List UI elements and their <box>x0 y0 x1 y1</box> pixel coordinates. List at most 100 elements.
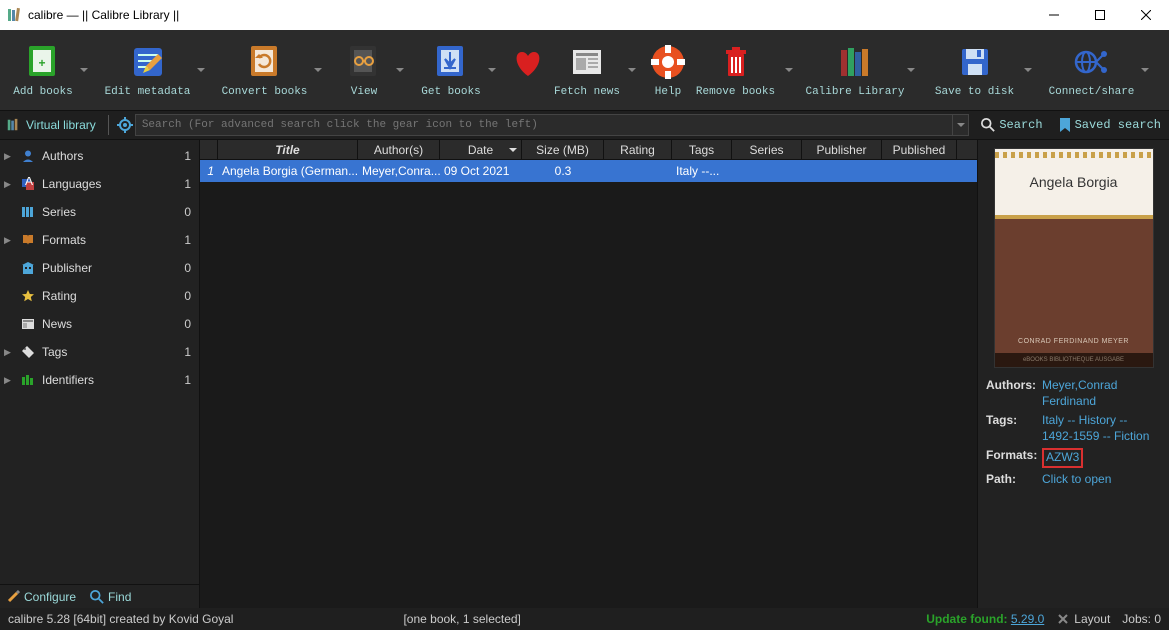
column-published[interactable]: Published <box>882 140 957 159</box>
status-selection: [one book, 1 selected] <box>403 612 520 626</box>
save-to-disk-button[interactable]: Save to disk <box>927 42 1022 98</box>
titlebar: calibre — || Calibre Library || <box>0 0 1169 30</box>
cell-author: Meyer,Conra... <box>358 164 440 178</box>
donate-button[interactable] <box>508 42 548 98</box>
sidebar-item-rating[interactable]: Rating 0 <box>0 282 199 310</box>
find-button[interactable]: Find <box>90 590 131 604</box>
fetch-news-button[interactable]: Fetch news <box>548 42 626 98</box>
saved-search-button[interactable]: Saved search <box>1051 111 1169 139</box>
meta-authors-value[interactable]: Meyer,Conrad Ferdinand <box>1042 378 1161 409</box>
virtual-library-label: Virtual library <box>26 118 96 132</box>
main-toolbar: + Add books Edit metadata Convert books … <box>0 30 1169 110</box>
sidebar-count: 1 <box>184 149 191 163</box>
configure-label: Configure <box>24 590 76 604</box>
saved-search-label: Saved search <box>1075 118 1161 132</box>
sidebar-item-series[interactable]: Series 0 <box>0 198 199 226</box>
get-books-dropdown[interactable] <box>486 50 498 90</box>
column-authors[interactable]: Author(s) <box>358 140 440 159</box>
jobs-indicator[interactable]: Jobs: 0 <box>1122 612 1161 626</box>
expand-icon[interactable]: ▶ <box>4 347 14 358</box>
advanced-search-gear-icon[interactable] <box>115 115 135 135</box>
sidebar-item-news[interactable]: News 0 <box>0 310 199 338</box>
remove-books-button[interactable]: Remove books <box>688 42 783 98</box>
layout-label: Layout <box>1074 612 1110 626</box>
expand-icon[interactable]: ▶ <box>4 179 14 190</box>
convert-books-button[interactable]: Convert books <box>217 42 312 98</box>
search-history-dropdown[interactable] <box>952 115 968 135</box>
meta-tags-value[interactable]: Italy -- History -- 1492-1559 -- Fiction <box>1042 413 1161 444</box>
column-date[interactable]: Date <box>440 140 522 159</box>
sidebar-item-identifiers[interactable]: ▶ Identifiers 1 <box>0 366 199 394</box>
meta-label: Path: <box>986 472 1042 488</box>
toolbar-label <box>525 86 532 98</box>
update-notice[interactable]: Update found: 5.29.0 <box>926 612 1044 626</box>
toolbar-label: Remove books <box>696 86 775 98</box>
meta-tags: Tags: Italy -- History -- 1492-1559 -- F… <box>986 413 1161 444</box>
sidebar-item-languages[interactable]: ▶ A Languages 1 <box>0 170 199 198</box>
sidebar-item-publisher[interactable]: Publisher 0 <box>0 254 199 282</box>
add-books-dropdown[interactable] <box>78 50 90 90</box>
sidebar-count: 0 <box>184 289 191 303</box>
connect-share-button[interactable]: Connect/share <box>1044 42 1139 98</box>
column-title[interactable]: Title <box>218 140 358 159</box>
table-row[interactable]: 1 Angela Borgia (German... Meyer,Conra..… <box>200 160 977 182</box>
book-cover[interactable]: Angela Borgia CONRAD FERDINAND MEYER eBO… <box>994 148 1154 368</box>
view-button[interactable]: View <box>334 42 394 98</box>
meta-formats-value[interactable]: AZW3 <box>1042 448 1161 468</box>
edit-metadata-dropdown[interactable] <box>195 50 207 90</box>
expand-icon[interactable]: ▶ <box>4 375 14 386</box>
remove-books-dropdown[interactable] <box>783 50 795 90</box>
sidebar-count: 0 <box>184 261 191 275</box>
layout-button[interactable]: Layout <box>1056 612 1110 626</box>
cover-title: Angela Borgia <box>995 149 1153 219</box>
column-rating[interactable]: Rating <box>604 140 672 159</box>
help-button[interactable]: Help <box>648 42 688 98</box>
column-publisher[interactable]: Publisher <box>802 140 882 159</box>
sidebar-label: Formats <box>42 233 178 247</box>
get-books-button[interactable]: Get books <box>416 42 486 98</box>
calibre-library-button[interactable]: Calibre Library <box>805 42 905 98</box>
edit-metadata-button[interactable]: Edit metadata <box>100 42 195 98</box>
star-icon <box>20 288 36 304</box>
sort-desc-icon <box>509 146 517 154</box>
toolbar-label: Convert books <box>222 86 308 98</box>
save-to-disk-dropdown[interactable] <box>1022 50 1034 90</box>
column-tags[interactable]: Tags <box>672 140 732 159</box>
close-button[interactable] <box>1123 0 1169 30</box>
format-highlight[interactable]: AZW3 <box>1042 448 1083 468</box>
configure-button[interactable]: Configure <box>6 590 76 604</box>
column-rownum[interactable] <box>200 140 218 159</box>
sidebar-item-tags[interactable]: ▶ Tags 1 <box>0 338 199 366</box>
virtual-library-button[interactable]: Virtual library <box>0 111 102 139</box>
fetch-news-dropdown[interactable] <box>626 50 638 90</box>
cell-title: Angela Borgia (German... <box>218 164 358 178</box>
cover-author: CONRAD FERDINAND MEYER <box>1018 338 1129 345</box>
minimize-button[interactable] <box>1031 0 1077 30</box>
meta-path-value[interactable]: Click to open <box>1042 472 1161 488</box>
convert-books-dropdown[interactable] <box>312 50 324 90</box>
toolbar-label: Help <box>655 86 681 98</box>
expand-icon[interactable]: ▶ <box>4 235 14 246</box>
expand-icon[interactable]: ▶ <box>4 151 14 162</box>
news-icon <box>20 316 36 332</box>
sidebar-label: News <box>42 317 178 331</box>
language-icon: A <box>20 176 36 192</box>
maximize-button[interactable] <box>1077 0 1123 30</box>
sidebar-item-authors[interactable]: ▶ Authors 1 <box>0 142 199 170</box>
tag-browser-sidebar: ▶ Authors 1 ▶ A Languages 1 Series 0 ▶ F… <box>0 140 200 608</box>
meta-path: Path: Click to open <box>986 472 1161 488</box>
app-icon <box>6 7 22 23</box>
connect-share-dropdown[interactable] <box>1139 50 1151 90</box>
toolbar-label: Fetch news <box>554 86 620 98</box>
search-input[interactable] <box>136 117 953 133</box>
view-dropdown[interactable] <box>394 50 406 90</box>
meta-label: Formats: <box>986 448 1042 468</box>
add-books-button[interactable]: + Add books <box>8 42 78 98</box>
meta-label: Tags: <box>986 413 1042 444</box>
sidebar-item-formats[interactable]: ▶ Formats 1 <box>0 226 199 254</box>
calibre-library-dropdown[interactable] <box>905 50 917 90</box>
column-series[interactable]: Series <box>732 140 802 159</box>
search-button[interactable]: Search <box>973 111 1050 139</box>
separator <box>108 115 109 135</box>
column-size[interactable]: Size (MB) <box>522 140 604 159</box>
